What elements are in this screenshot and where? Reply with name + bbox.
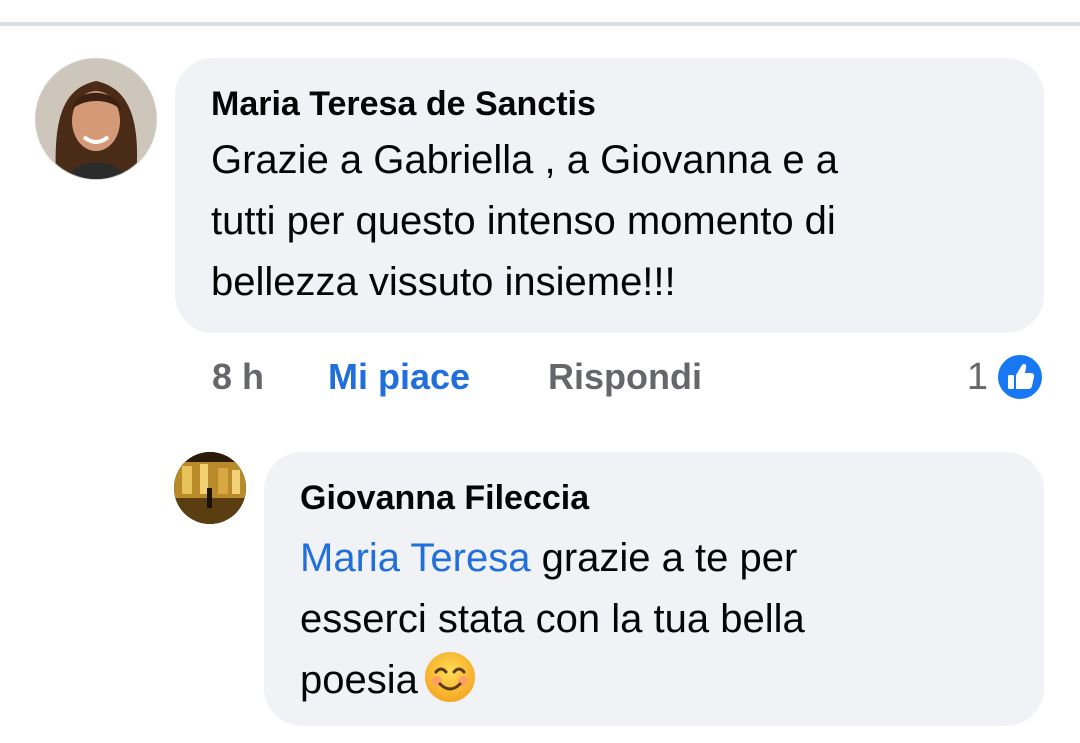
reaction-count: 1 bbox=[966, 355, 988, 398]
comment-actions: 8 h Mi piace Rispondi bbox=[212, 352, 702, 402]
comment-bubble: Maria Teresa de Sanctis Grazie a Gabriel… bbox=[175, 58, 1044, 333]
reaction-summary[interactable]: 1 bbox=[967, 352, 1044, 402]
comment-timestamp[interactable]: 8 h bbox=[212, 356, 328, 398]
comment-text: Maria Teresa grazie a te per esserci sta… bbox=[300, 528, 1008, 711]
reply-button[interactable]: Rispondi bbox=[548, 356, 702, 398]
mention-link[interactable]: Maria Teresa bbox=[300, 536, 530, 580]
avatar[interactable] bbox=[174, 452, 246, 524]
comments-thread: Maria Teresa de Sanctis Grazie a Gabriel… bbox=[0, 0, 1080, 743]
like-button[interactable]: Mi piace bbox=[328, 356, 548, 398]
divider bbox=[0, 22, 1080, 26]
profile-photo bbox=[36, 59, 156, 179]
profile-photo bbox=[174, 452, 246, 524]
smiling-face-icon bbox=[424, 651, 476, 703]
comment-author[interactable]: Giovanna Fileccia bbox=[300, 478, 1008, 518]
like-thumbs-up-icon bbox=[996, 353, 1044, 401]
comment-text: Grazie a Gabriella , a Giovanna e a tutt… bbox=[211, 138, 839, 304]
avatar[interactable] bbox=[36, 59, 156, 179]
reply-bubble: Giovanna Fileccia Maria Teresa grazie a … bbox=[264, 452, 1044, 726]
comment-author[interactable]: Maria Teresa de Sanctis bbox=[211, 84, 1008, 124]
